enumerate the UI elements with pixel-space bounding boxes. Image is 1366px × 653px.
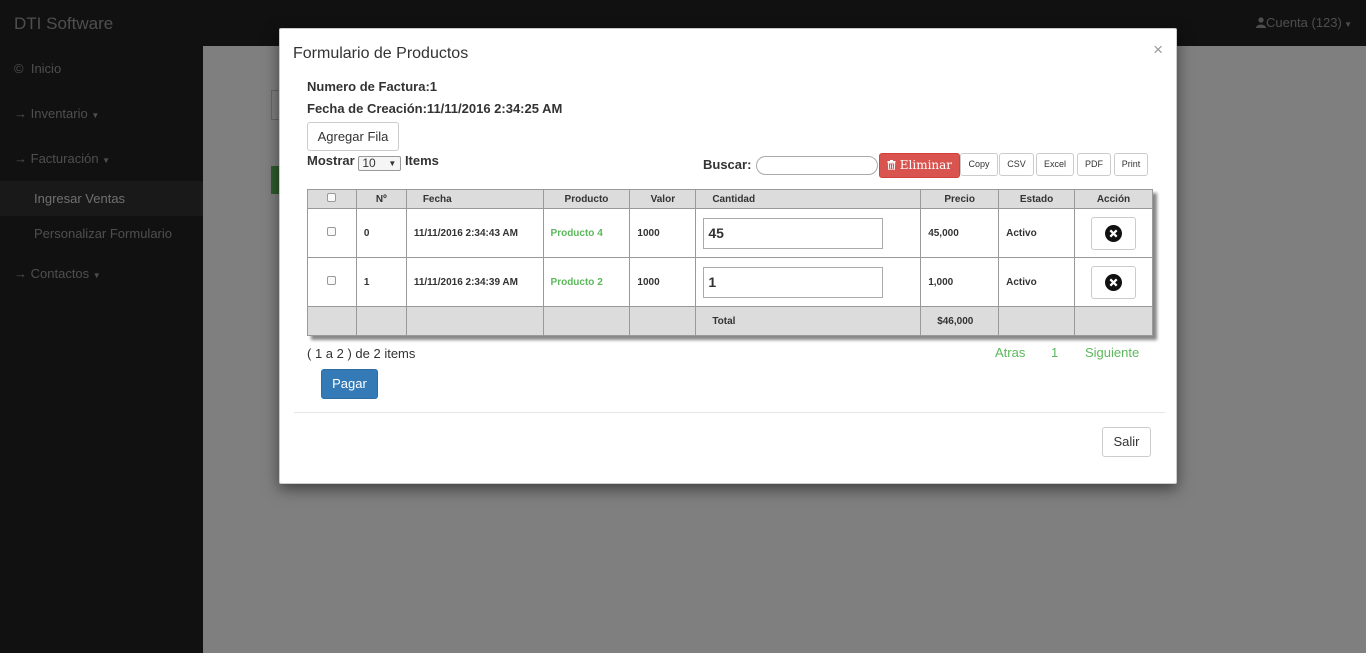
cell-number: 0 [355, 208, 407, 258]
row-select-cell [307, 257, 357, 307]
total-row: Total $46,000 [307, 306, 1153, 336]
cell-quantity [695, 208, 922, 258]
copy-button[interactable]: Copy [960, 153, 998, 176]
table-row: 1 11/11/2016 2:34:39 AM Producto 2 1000 … [307, 257, 1153, 307]
modal-footer-divider [294, 412, 1165, 413]
empty-cell [1074, 306, 1153, 336]
column-header[interactable]: Cantidad [695, 189, 922, 209]
products-table-wrapper: Nº Fecha Producto Valor Cantidad Precio … [307, 189, 1153, 336]
quantity-input[interactable] [703, 266, 884, 298]
pay-button[interactable]: Pagar [321, 369, 378, 399]
select-all-header [307, 189, 357, 209]
empty-cell [629, 306, 697, 336]
delete-label: Eliminar [899, 158, 953, 172]
search-label: Buscar: [703, 157, 752, 172]
empty-cell [998, 306, 1075, 336]
cell-number: 1 [355, 257, 407, 307]
column-header[interactable]: Nº [355, 189, 407, 209]
page-length-select[interactable]: 10 ▼ [358, 156, 402, 171]
close-icon[interactable]: × [1153, 40, 1163, 60]
products-table: Nº Fecha Producto Valor Cantidad Precio … [307, 189, 1153, 336]
empty-cell [542, 306, 631, 336]
cell-price: 1,000 [920, 257, 1000, 307]
cell-action [1074, 257, 1153, 307]
pdf-button[interactable]: PDF [1077, 153, 1111, 176]
cell-action [1074, 208, 1153, 258]
cell-product[interactable]: Producto 4 [542, 208, 631, 258]
empty-cell [355, 306, 407, 336]
table-row: 0 11/11/2016 2:34:43 AM Producto 4 1000 … [307, 208, 1153, 258]
items-label: Items [404, 153, 439, 168]
exit-button[interactable]: Salir [1102, 427, 1151, 457]
column-header[interactable]: Producto [542, 189, 631, 209]
quantity-input[interactable] [703, 217, 884, 249]
row-checkbox[interactable] [327, 276, 337, 285]
column-header[interactable]: Estado [998, 189, 1075, 209]
products-modal: Formulario de Productos × Numero de Fact… [279, 28, 1177, 484]
csv-button[interactable]: CSV [999, 153, 1034, 176]
invoice-number: Numero de Factura:1 [307, 79, 438, 94]
cell-value: 1000 [629, 208, 697, 258]
show-label: Mostrar [307, 153, 355, 168]
trash-icon [887, 160, 896, 171]
pagination-next[interactable]: Siguiente [1085, 345, 1139, 360]
cell-value: 1000 [629, 257, 697, 307]
cell-date: 11/11/2016 2:34:43 AM [405, 208, 544, 258]
cell-product[interactable]: Producto 2 [542, 257, 631, 307]
column-header[interactable]: Valor [629, 189, 697, 209]
cell-status: Activo [998, 208, 1075, 258]
close-circle-icon [1105, 273, 1122, 291]
add-row-button[interactable]: Agregar Fila [307, 122, 399, 151]
close-circle-icon [1105, 224, 1122, 242]
row-checkbox[interactable] [327, 227, 337, 236]
caret-down-icon: ▼ [388, 159, 397, 168]
cell-price: 45,000 [920, 208, 1000, 258]
search-input[interactable] [756, 156, 878, 175]
total-label: Total [695, 306, 922, 336]
pagination-prev[interactable]: Atras [995, 345, 1025, 360]
column-header[interactable]: Precio [920, 189, 1000, 209]
print-button[interactable]: Print [1114, 153, 1148, 176]
creation-date: Fecha de Creación:11/11/2016 2:34:25 AM [307, 101, 563, 116]
remove-row-button[interactable] [1091, 265, 1136, 299]
cell-quantity [695, 257, 922, 307]
total-value: $46,000 [920, 306, 1000, 336]
column-header: Acción [1074, 189, 1153, 209]
pagination-page[interactable]: 1 [1051, 345, 1058, 360]
row-select-cell [307, 208, 357, 258]
delete-button[interactable]: Eliminar [879, 153, 960, 178]
select-all-checkbox[interactable] [327, 193, 337, 202]
modal-title: Formulario de Productos [293, 45, 469, 62]
empty-cell [307, 306, 357, 336]
empty-cell [405, 306, 544, 336]
pagination-info: ( 1 a 2 ) de 2 items [307, 346, 416, 361]
cell-status: Activo [998, 257, 1075, 307]
cell-date: 11/11/2016 2:34:39 AM [405, 257, 544, 307]
page-length-control: Mostrar 10 ▼ Items [307, 153, 439, 171]
excel-button[interactable]: Excel [1036, 153, 1074, 176]
page-length-value: 10 [362, 156, 376, 170]
remove-row-button[interactable] [1091, 216, 1136, 250]
column-header[interactable]: Fecha [405, 189, 544, 209]
